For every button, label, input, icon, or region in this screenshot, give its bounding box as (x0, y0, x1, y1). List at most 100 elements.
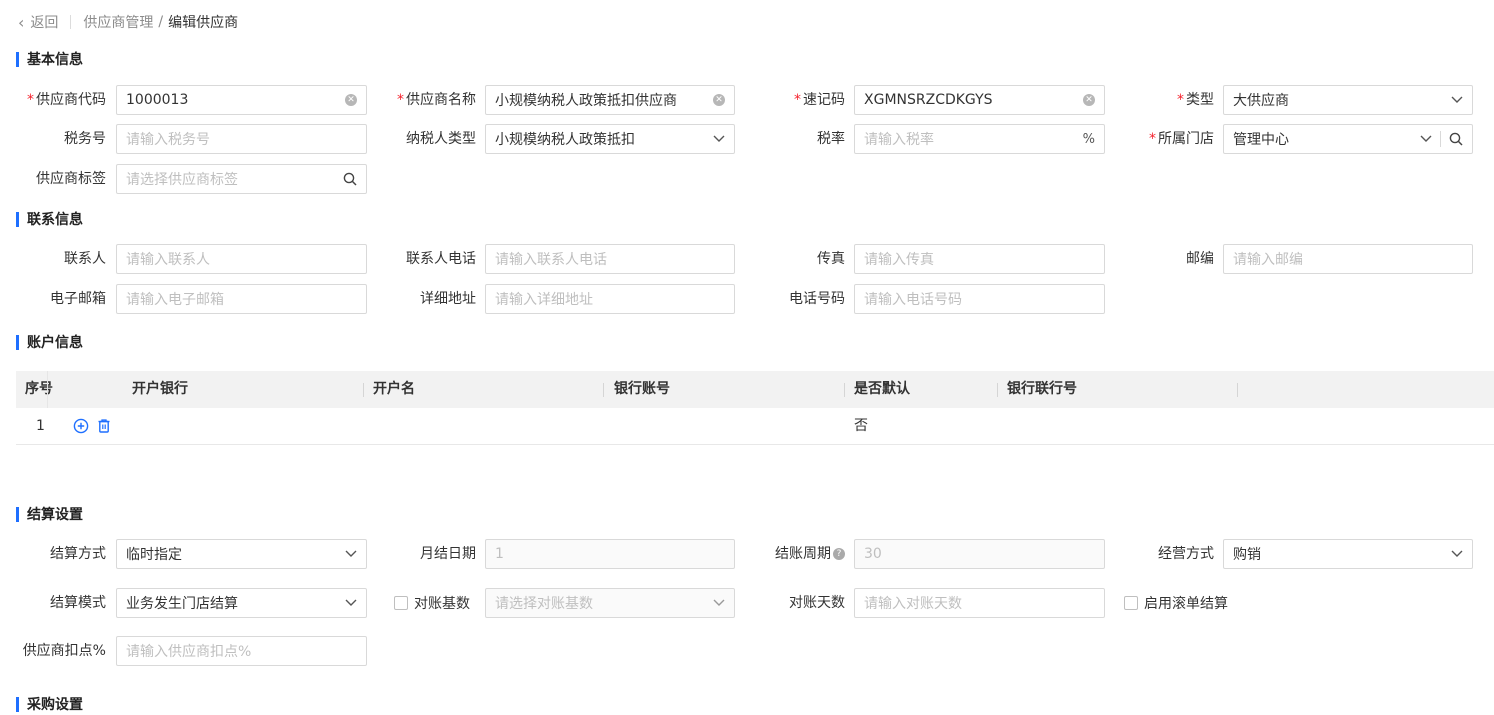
input-placeholder: 请输入税务号 (126, 132, 210, 148)
section-title-account: 账户信息 (16, 332, 83, 352)
label-text: 速记码 (803, 92, 845, 108)
input-placeholder: 请输入对账天数 (864, 596, 962, 612)
chevron-down-icon (1420, 135, 1432, 143)
delete-icon[interactable] (96, 418, 112, 434)
section-title-text: 账户信息 (27, 335, 83, 351)
section-title-purchase: 采购设置 (16, 694, 83, 714)
settlement-cycle-input[interactable]: 30 (854, 539, 1105, 569)
tax-no-label: 税务号 (10, 124, 106, 154)
section-accent-bar (16, 506, 19, 522)
chevron-down-icon (1451, 96, 1463, 104)
label-text: 电话号码 (789, 291, 845, 307)
search-icon[interactable] (343, 172, 357, 186)
label-text: 邮编 (1186, 251, 1214, 267)
help-icon[interactable]: ? (833, 548, 845, 560)
label-text: 结账周期 (775, 546, 831, 562)
rolling-settlement-checkbox[interactable]: 启用滚单结算 (1124, 588, 1228, 618)
month-day-input[interactable]: 1 (485, 539, 735, 569)
chevron-down-icon (1451, 550, 1463, 558)
supplier-name-input[interactable]: 小规模纳税人政策抵扣供应商 ✕ (485, 85, 735, 115)
section-title-text: 采购设置 (27, 697, 83, 713)
select-value: 购销 (1233, 547, 1261, 563)
telephone-input[interactable]: 请输入电话号码 (854, 284, 1105, 314)
settlement-mode-select[interactable]: 业务发生门店结算 (116, 588, 367, 618)
label-text: 月结日期 (420, 546, 476, 562)
label-text: 联系人电话 (406, 251, 476, 267)
fax-input[interactable]: 请输入传真 (854, 244, 1105, 274)
label-text: 经营方式 (1158, 546, 1214, 562)
label-text: 供应商标签 (36, 171, 106, 187)
input-value: 小规模纳税人政策抵扣供应商 (495, 93, 677, 109)
business-mode-label: 经营方式 (1130, 539, 1214, 569)
divider (1440, 131, 1441, 147)
recon-days-input[interactable]: 请输入对账天数 (854, 588, 1105, 618)
label-text: 税务号 (64, 131, 106, 147)
settlement-method-select[interactable]: 临时指定 (116, 539, 367, 569)
label-text: 税率 (817, 131, 845, 147)
store-select[interactable]: 管理中心 (1223, 124, 1473, 154)
label-text: 详细地址 (420, 291, 476, 307)
select-value: 小规模纳税人政策抵扣 (495, 132, 635, 148)
supplier-tag-select[interactable]: 请选择供应商标签 (116, 164, 367, 194)
select-value: 临时指定 (126, 547, 182, 563)
select-value: 业务发生门店结算 (126, 596, 238, 612)
breadcrumb-divider (70, 15, 72, 29)
fax-label: 传真 (760, 244, 845, 274)
email-label: 电子邮箱 (10, 284, 106, 314)
postcode-input[interactable]: 请输入邮编 (1223, 244, 1473, 274)
email-input[interactable]: 请输入电子邮箱 (116, 284, 367, 314)
checkbox-box[interactable] (1124, 596, 1138, 610)
clear-icon[interactable]: ✕ (713, 94, 725, 106)
back-link[interactable]: ‹ 返回 (18, 12, 58, 32)
search-icon[interactable] (1449, 132, 1463, 146)
taxpayer-type-select[interactable]: 小规模纳税人政策抵扣 (485, 124, 735, 154)
column-divider[interactable] (1237, 383, 1238, 397)
required-mark: * (27, 92, 34, 108)
contact-person-input[interactable]: 请输入联系人 (116, 244, 367, 274)
column-header-bank-code: 银行联行号 (1007, 381, 1077, 397)
input-placeholder: 请输入电子邮箱 (126, 292, 224, 308)
contact-phone-input[interactable]: 请输入联系人电话 (485, 244, 735, 274)
column-divider[interactable] (603, 383, 604, 397)
supplier-code-label: * 供应商代码 (10, 85, 106, 115)
settlement-method-label: 结算方式 (10, 539, 106, 569)
address-input[interactable]: 请输入详细地址 (485, 284, 735, 314)
column-divider[interactable] (844, 383, 845, 397)
percent-suffix: % (1082, 131, 1095, 147)
address-label: 详细地址 (380, 284, 476, 314)
required-mark: * (397, 92, 404, 108)
input-value: 1000013 (126, 92, 189, 108)
recon-base-select[interactable]: 请选择对账基数 (485, 588, 735, 618)
input-placeholder: 请输入供应商扣点% (126, 644, 252, 660)
checkbox-box[interactable] (394, 596, 408, 610)
clear-icon[interactable]: ✕ (345, 94, 357, 106)
tax-rate-input[interactable]: 请输入税率 % (854, 124, 1105, 154)
business-mode-select[interactable]: 购销 (1223, 539, 1473, 569)
type-select[interactable]: 大供应商 (1223, 85, 1473, 115)
breadcrumb: ‹ 返回 供应商管理 / 编辑供应商 (18, 12, 238, 32)
supplier-name-label: * 供应商名称 (380, 85, 476, 115)
section-accent-bar (16, 334, 19, 350)
required-mark: * (1177, 92, 1184, 108)
breadcrumb-parent-link[interactable]: 供应商管理 (83, 12, 153, 32)
label-text: 结算模式 (50, 595, 106, 611)
supplier-code-input[interactable]: 1000013 ✕ (116, 85, 367, 115)
taxpayer-type-label: 纳税人类型 (380, 124, 476, 154)
input-placeholder: 请输入联系人电话 (495, 252, 607, 268)
column-divider[interactable] (997, 383, 998, 397)
clear-icon[interactable]: ✕ (1083, 94, 1095, 106)
select-value: 管理中心 (1233, 132, 1289, 148)
section-accent-bar (16, 696, 19, 712)
column-divider[interactable] (363, 383, 364, 397)
chevron-left-icon: ‹ (18, 12, 25, 32)
section-accent-bar (16, 51, 19, 67)
select-value: 大供应商 (1233, 93, 1289, 109)
discount-input[interactable]: 请输入供应商扣点% (116, 636, 367, 666)
tax-no-input[interactable]: 请输入税务号 (116, 124, 367, 154)
quick-code-input[interactable]: XGMNSRZCDKGYS ✕ (854, 85, 1105, 115)
section-title-settlement: 结算设置 (16, 504, 83, 524)
recon-base-checkbox[interactable]: 对账基数 (394, 588, 470, 618)
chevron-down-icon (713, 599, 725, 607)
add-circle-icon[interactable] (73, 418, 89, 434)
seq-column-border (47, 371, 48, 408)
